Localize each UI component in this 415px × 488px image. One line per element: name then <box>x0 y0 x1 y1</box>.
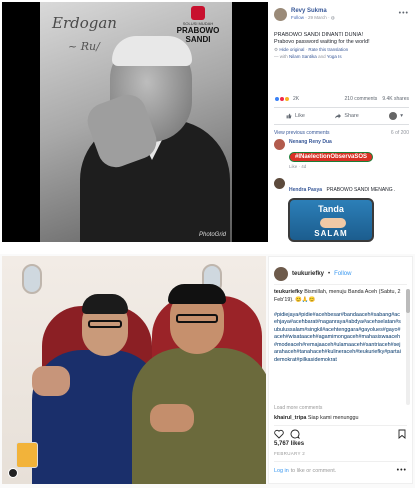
share-button[interactable]: Share <box>335 113 359 119</box>
viewer-avatar <box>389 112 398 120</box>
facebook-post: Erdogan ~ Ru/ SOLUSI MUDAH PRABOWO SANDI… <box>0 0 415 246</box>
instagram-post: teukuriefky • Follow teukuriefky Bismill… <box>0 254 415 488</box>
post-sidebar: teukuriefky • Follow teukuriefky Bismill… <box>268 256 413 484</box>
author-name[interactable]: Revy Sukma <box>291 8 335 14</box>
bookmark-icon[interactable] <box>397 429 407 439</box>
caption-username[interactable]: teukuriefky <box>274 289 303 295</box>
brand-seal-icon <box>191 6 205 20</box>
airplane-window <box>22 264 42 294</box>
reaction-summary: 2K 210 comments 9.4K shares <box>274 96 409 102</box>
post-sidebar: Revy Sukma Follow · 29 March · ◍ ••• PRA… <box>270 2 413 242</box>
tagged-users-icon[interactable] <box>8 468 18 478</box>
comment: Nenang Reny Dua #INaelectionObservaSOS L… <box>274 139 409 169</box>
share-icon <box>335 113 342 119</box>
wow-reaction-icon <box>284 96 290 102</box>
post-caption: teukuriefky Bismillah, menuju Banda Aceh… <box>274 289 402 405</box>
photo-signature-scribble: ~ Ru/ <box>68 40 100 53</box>
post-actions: Like Share ▾ <box>274 107 409 125</box>
brand-big-text: PRABOWO SANDI <box>176 26 220 44</box>
comment-hashtag-sticker: #INaelectionObservaSOS <box>289 152 374 162</box>
post-text: PRABOWO SANDI DINANTI DUNIA! Prabovo pas… <box>274 32 409 60</box>
photo-watermark: PhotoGrid <box>198 232 226 238</box>
more-options-button[interactable]: ••• <box>397 467 407 474</box>
comment: khairul_tripa Siap kami menunggu <box>274 415 407 421</box>
login-link[interactable]: Log in <box>274 468 289 474</box>
photo-brand-logo: SOLUSI MUDAH PRABOWO SANDI <box>170 6 226 44</box>
scrollbar-thumb[interactable] <box>406 289 410 313</box>
login-prompt: Log in to like or comment. ••• <box>274 461 407 479</box>
person-right-hand <box>150 404 194 432</box>
tagged-people: — with Nilam Santika and Yoga Is <box>274 53 409 60</box>
caption-scrollbar[interactable] <box>406 289 410 405</box>
commenter-avatar[interactable] <box>274 139 285 150</box>
comment-text: Siap kami menunggu <box>307 415 359 421</box>
like-label: Like <box>295 113 305 119</box>
juice-glass <box>16 442 38 468</box>
caption-hashtags[interactable]: #pidiejaya#pidie#acehbesar#bandaaceh#sab… <box>274 312 401 363</box>
comments-page-indicator: 6 of 200 <box>390 130 409 136</box>
comment-icon[interactable] <box>290 429 300 439</box>
comments-pager: View previous comments 6 of 200 <box>274 130 409 136</box>
chevron-down-icon: ▾ <box>400 113 403 119</box>
post-header: Revy Sukma Follow · 29 March · ◍ ••• <box>274 8 409 21</box>
author-avatar[interactable] <box>274 8 287 21</box>
hide-original-link[interactable]: Hide original <box>279 47 304 52</box>
with-prefix: — with <box>274 54 288 59</box>
shares-count[interactable]: 9.4K shares <box>382 96 409 102</box>
load-more-comments-link[interactable]: Load more comments <box>274 405 322 411</box>
comment-sticker-image[interactable]: Tanda SALAM <box>288 198 374 242</box>
photo-frame: Erdogan ~ Ru/ SOLUSI MUDAH PRABOWO SANDI… <box>40 2 232 242</box>
post-meta: Follow · 29 March · ◍ <box>291 15 335 20</box>
caption-emoji: 😊🙏😊 <box>295 296 316 303</box>
share-label: Share <box>344 113 359 119</box>
post-header: teukuriefky • Follow <box>274 263 407 285</box>
commenter-name[interactable]: Nenang Reny Dua <box>289 139 373 145</box>
post-text-main: PRABOWO SANDI DINANTI DUNIA! <box>274 32 363 38</box>
comment-username[interactable]: khairul_tripa <box>274 415 306 421</box>
follow-link[interactable]: Follow <box>291 15 304 20</box>
post-date[interactable]: 29 March <box>308 15 327 20</box>
author-username[interactable]: teukuriefky <box>292 271 324 277</box>
thumbs-up-icon <box>286 113 292 119</box>
commenter-avatar[interactable] <box>274 178 285 189</box>
person-left-glasses <box>88 320 122 328</box>
tagged-person-link[interactable]: Nilam Santika <box>289 54 317 59</box>
photo-signature-name: Erdogan <box>52 14 117 32</box>
comment-meta[interactable]: Like · 4d <box>289 164 373 169</box>
separator-dot: • <box>328 270 331 277</box>
person-right-glasses <box>176 314 218 323</box>
person-left-hand <box>32 366 70 396</box>
reactions-count[interactable]: 2K <box>293 96 299 102</box>
post-text-translation: Prabovo password waiting for the world! <box>274 39 370 45</box>
view-previous-comments-link[interactable]: View previous comments <box>274 130 330 136</box>
sticker-top-text: Tanda <box>318 204 344 214</box>
heart-icon[interactable] <box>274 429 284 439</box>
audience-selector[interactable]: ▾ <box>389 112 403 120</box>
rate-translation-link[interactable]: Rate this translation <box>308 47 348 52</box>
globe-icon: ◍ <box>330 15 335 20</box>
commenter-name[interactable]: Hendra Pasya <box>289 187 322 193</box>
post-photo[interactable] <box>2 256 266 484</box>
author-avatar[interactable] <box>274 266 288 281</box>
login-prompt-text: to like or comment. <box>290 467 337 474</box>
person-right-hair <box>168 284 226 304</box>
follow-button[interactable]: Follow <box>334 271 351 277</box>
person-left-hair <box>82 294 128 314</box>
like-button[interactable]: Like <box>286 113 305 119</box>
sticker-bottom-text: SALAM <box>314 229 348 238</box>
with-and: and <box>318 54 326 59</box>
sticker-hands-image <box>320 218 346 228</box>
translation-controls: ⚙ Hide original · Rate this translation <box>274 47 349 52</box>
translate-icon: ⚙ <box>274 47 279 52</box>
likes-count[interactable]: 5,767 likes <box>274 441 304 447</box>
post-actions <box>274 425 407 439</box>
more-options-button[interactable]: ••• <box>399 10 409 17</box>
tagged-person-link[interactable]: Yoga Is <box>327 54 342 59</box>
post-photo[interactable]: Erdogan ~ Ru/ SOLUSI MUDAH PRABOWO SANDI… <box>2 2 268 242</box>
post-date[interactable]: FEBRUARY 2 <box>274 451 305 456</box>
comments-count[interactable]: 210 comments <box>345 96 378 102</box>
